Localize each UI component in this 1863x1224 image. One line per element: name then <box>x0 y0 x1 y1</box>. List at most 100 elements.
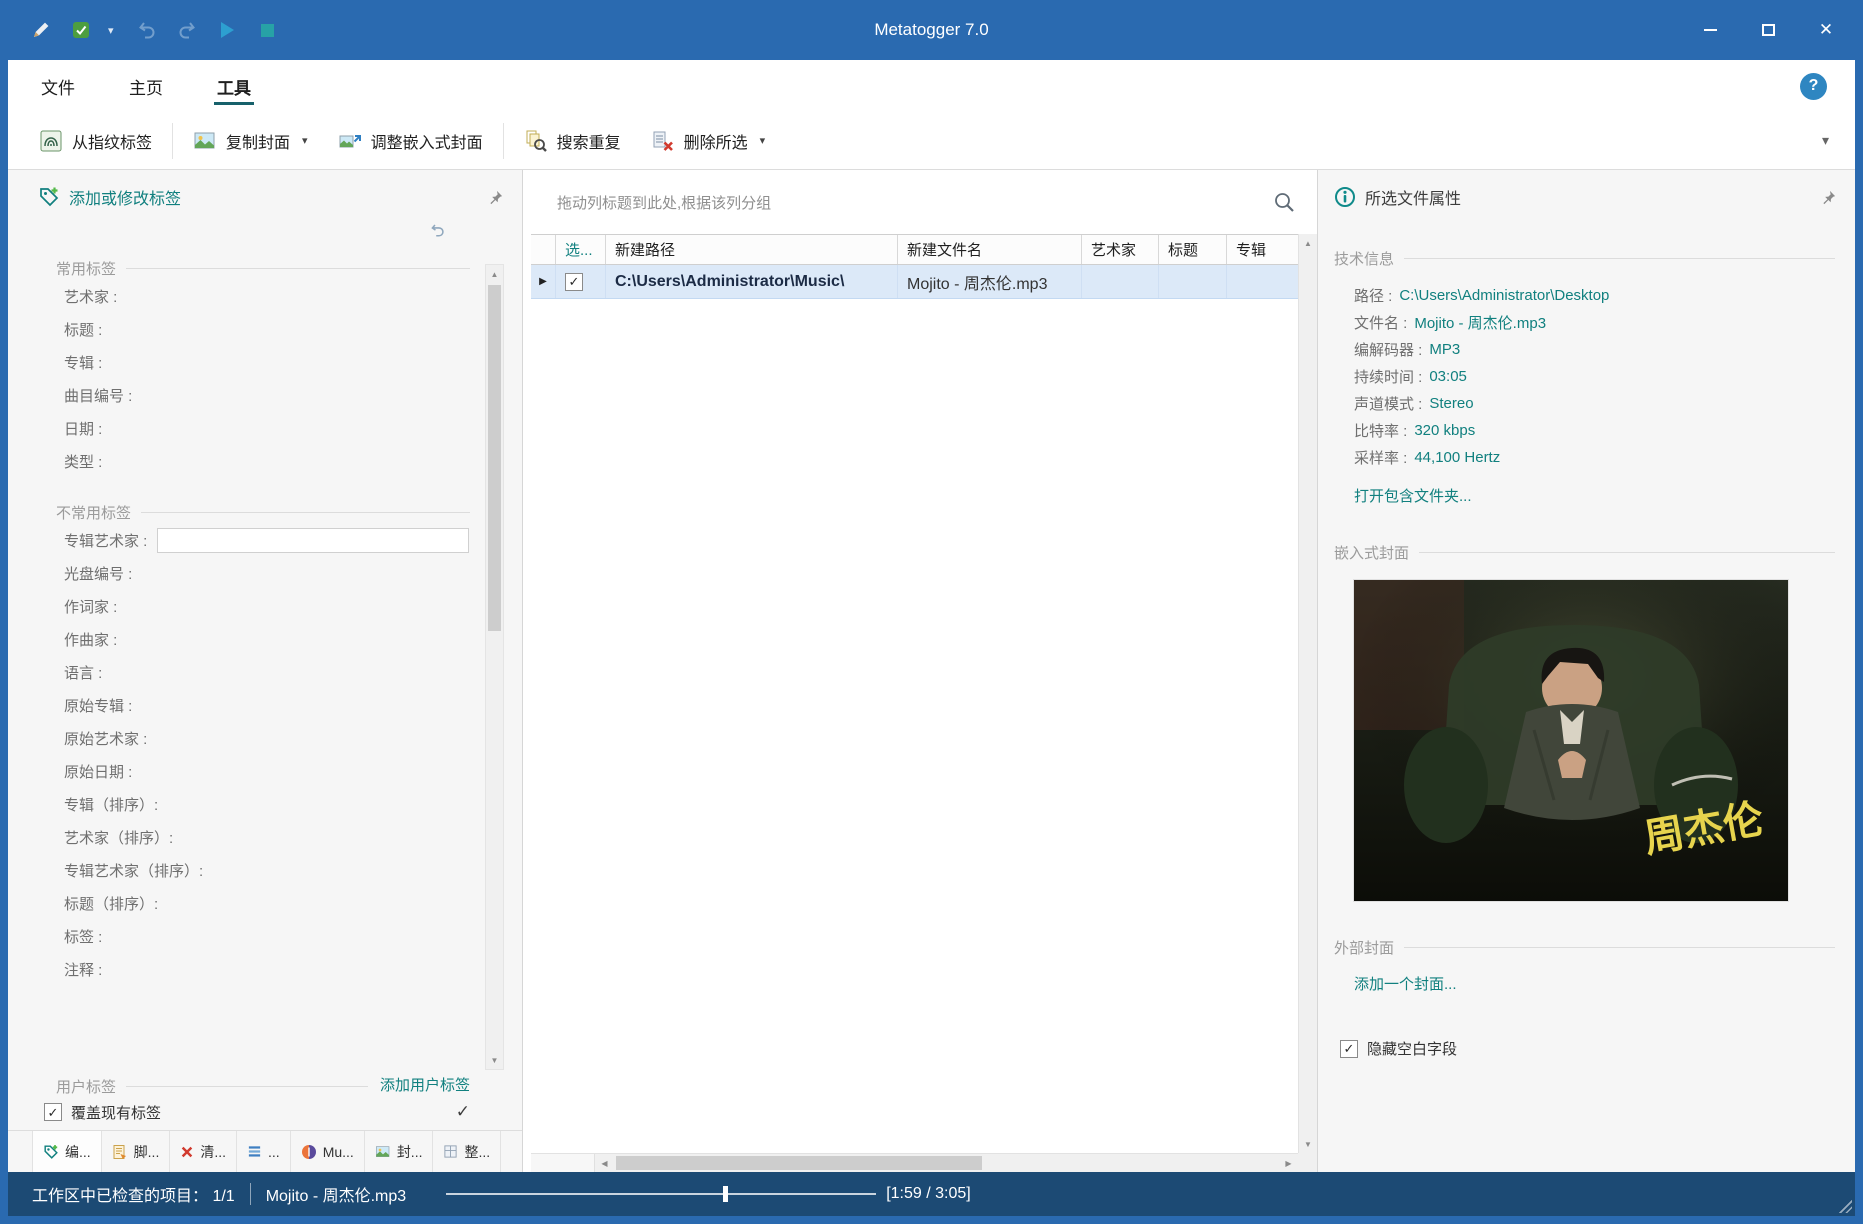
copy-cover-button[interactable]: 复制封面 ▾ <box>178 118 323 164</box>
tag-field-input[interactable] <box>183 825 470 850</box>
tag-field-label: 原始专辑 : <box>64 695 132 716</box>
tag-field-input[interactable] <box>127 284 470 309</box>
pin-icon[interactable] <box>1820 189 1837 206</box>
tag-field-input[interactable] <box>168 792 470 817</box>
adjust-cover-icon <box>338 129 362 153</box>
tag-field-input[interactable] <box>142 383 470 408</box>
tag-field-input[interactable] <box>213 858 470 883</box>
open-containing-folder-link[interactable]: 打开包含文件夹... <box>1354 485 1472 506</box>
overwrite-label[interactable]: 覆盖现有标签 <box>71 1102 161 1123</box>
scroll-right-icon[interactable]: ▶ <box>1279 1154 1298 1172</box>
tab-tools[interactable]: 工具 <box>214 60 254 112</box>
bottom-tab-covers[interactable]: 封... <box>365 1131 434 1172</box>
help-button[interactable]: ? <box>1800 73 1827 100</box>
bottom-tab-musicbrainz[interactable]: Mu... <box>291 1131 365 1172</box>
app-tag-icon[interactable] <box>68 17 94 43</box>
ribbon-collapse-icon[interactable]: ▾ <box>1812 126 1839 155</box>
grid-horizontal-scrollbar[interactable]: ◀ ▶ <box>531 1153 1298 1172</box>
bottom-tab-organize[interactable]: 整... <box>433 1131 501 1172</box>
column-header-title[interactable]: 标题 <box>1159 235 1227 264</box>
tag-field-input[interactable] <box>112 957 470 982</box>
search-icon[interactable] <box>1273 191 1295 213</box>
tag-field-input[interactable] <box>168 891 470 916</box>
delete-selected-button[interactable]: 删除所选 ▾ <box>636 118 781 164</box>
scrollbar-thumb[interactable] <box>616 1156 982 1170</box>
current-file-status: Mojito - 周杰伦.mp3 <box>266 1182 406 1206</box>
tag-field-row: 原始艺术家 : <box>56 722 470 755</box>
maximize-button[interactable] <box>1739 9 1797 51</box>
table-row[interactable]: ▶ ✓ C:\Users\Administrator\Music\ Mojito… <box>531 265 1298 299</box>
tag-field-input[interactable] <box>112 416 470 441</box>
pin-icon[interactable] <box>487 189 504 206</box>
hide-empty-checkbox[interactable]: ✓ <box>1340 1040 1358 1058</box>
tag-field-input[interactable] <box>112 660 470 685</box>
play-icon[interactable] <box>214 17 240 43</box>
tag-field-input[interactable] <box>142 561 470 586</box>
tab-file[interactable]: 文件 <box>38 60 78 112</box>
scroll-down-icon[interactable]: ▼ <box>1299 1135 1317 1153</box>
column-header-album[interactable]: 专辑 <box>1227 235 1300 264</box>
apply-check-icon[interactable]: ✓ <box>456 1102 470 1122</box>
adjust-embedded-cover-button[interactable]: 调整嵌入式封面 <box>323 118 498 164</box>
scroll-down-icon[interactable]: ▼ <box>486 1051 503 1069</box>
group-by-bar[interactable]: 拖动列标题到此处,根据该列分组 <box>523 170 1317 234</box>
column-header-new-filename[interactable]: 新建文件名 <box>898 235 1082 264</box>
grid-vertical-scrollbar[interactable]: ▲ ▼ <box>1298 234 1317 1153</box>
playback-slider[interactable] <box>446 1184 876 1204</box>
scrollbar-track[interactable] <box>614 1154 1279 1172</box>
scroll-up-icon[interactable]: ▲ <box>486 265 503 283</box>
tag-field-input[interactable] <box>142 759 470 784</box>
scrollbar-track[interactable] <box>486 283 503 1051</box>
bottom-tab-label: 编... <box>65 1142 91 1162</box>
from-fingerprint-button[interactable]: 从指纹标签 <box>24 118 167 164</box>
row-expander-icon[interactable]: ▶ <box>531 265 556 298</box>
redo-icon[interactable] <box>174 17 200 43</box>
playback-slider-thumb[interactable] <box>723 1186 728 1202</box>
checked-items-status: 工作区中已检查的项目： 1/1 <box>32 1182 235 1206</box>
tag-field-row: 专辑 : <box>56 346 470 379</box>
tag-panel-scrollbar[interactable]: ▲ ▼ <box>485 264 504 1070</box>
bottom-tab-clean[interactable]: 清... <box>170 1131 237 1172</box>
tag-field-input[interactable] <box>112 350 470 375</box>
column-header-new-path[interactable]: 新建路径 <box>606 235 898 264</box>
row-checkbox[interactable]: ✓ <box>565 273 583 291</box>
tag-field-input[interactable] <box>157 726 470 751</box>
playback-slider-track[interactable] <box>446 1193 876 1195</box>
bottom-tab-list[interactable]: ... <box>237 1131 291 1172</box>
tag-field-input[interactable] <box>112 924 470 949</box>
bottom-tab-label: 清... <box>200 1142 226 1162</box>
scroll-up-icon[interactable]: ▲ <box>1299 234 1317 252</box>
dropdown-caret-icon[interactable]: ▾ <box>302 134 308 147</box>
scrollbar-track[interactable] <box>1299 252 1317 1135</box>
overwrite-checkbox[interactable]: ✓ <box>44 1103 62 1121</box>
scrollbar-thumb[interactable] <box>488 285 501 631</box>
resize-grip[interactable] <box>1837 1198 1852 1213</box>
bottom-tab-edit-tags[interactable]: 编... <box>32 1131 102 1172</box>
column-header-artist[interactable]: 艺术家 <box>1082 235 1159 264</box>
tag-field-input[interactable] <box>142 693 470 718</box>
tag-field-input[interactable] <box>112 317 470 342</box>
add-cover-link[interactable]: 添加一个封面... <box>1354 973 1457 994</box>
tag-field-input[interactable] <box>157 528 469 553</box>
qat-dropdown-icon[interactable]: ▾ <box>108 24 120 37</box>
search-duplicates-button[interactable]: 搜索重复 <box>509 118 636 164</box>
scroll-left-icon[interactable]: ◀ <box>595 1154 614 1172</box>
group-hint-text: 拖动列标题到此处,根据该列分组 <box>557 192 771 213</box>
hide-empty-label[interactable]: 隐藏空白字段 <box>1367 1038 1457 1059</box>
tag-field-input[interactable] <box>127 594 470 619</box>
embedded-cover-image[interactable]: 周杰伦 <box>1354 580 1788 901</box>
edit-pencil-icon[interactable] <box>28 17 54 43</box>
reset-icon[interactable] <box>429 222 446 239</box>
undo-icon[interactable] <box>134 17 160 43</box>
minimize-button[interactable] <box>1681 9 1739 51</box>
properties-panel-title: 所选文件属性 <box>1365 185 1461 209</box>
column-header-select[interactable]: 选... <box>556 235 606 264</box>
close-button[interactable]: ✕ <box>1797 9 1855 51</box>
tag-field-input[interactable] <box>112 449 470 474</box>
tab-home[interactable]: 主页 <box>126 60 166 112</box>
tag-field-input[interactable] <box>127 627 470 652</box>
dropdown-caret-icon[interactable]: ▾ <box>760 134 766 147</box>
add-user-tag-link[interactable]: 添加用户标签 <box>380 1074 470 1094</box>
bottom-tab-scripts[interactable]: 脚... <box>102 1131 171 1172</box>
stop-icon[interactable] <box>254 17 280 43</box>
